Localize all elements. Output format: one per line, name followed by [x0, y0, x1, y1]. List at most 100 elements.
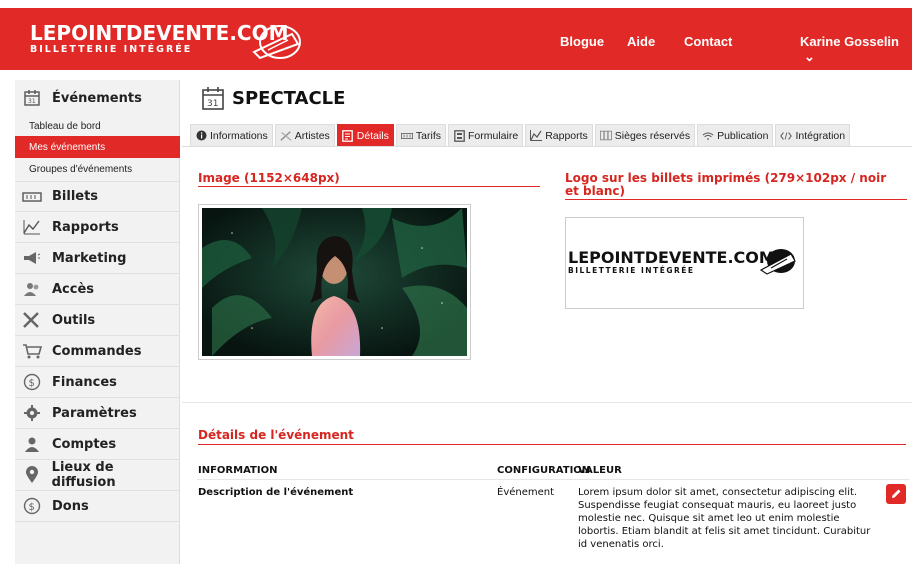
row-configuration: Événement: [497, 487, 555, 498]
sidebar-item-parametres[interactable]: Paramètres: [15, 398, 180, 429]
sidebar-item-lieux[interactable]: Lieux de diffusion: [15, 460, 180, 491]
sidebar-item-marketing[interactable]: Marketing: [15, 243, 180, 274]
dollar-icon: $: [21, 495, 43, 517]
tab-label: Informations: [210, 129, 268, 142]
tab-label: Détails: [356, 129, 389, 142]
sidebar-item-label: Outils: [52, 312, 96, 328]
tab-label: Rapports: [545, 129, 588, 142]
image-section-underline: [198, 186, 540, 187]
artist-icon: [280, 130, 292, 142]
sidebar-item-label: Billets: [52, 189, 99, 204]
users-icon: [21, 278, 43, 300]
sidebar-item-label: Commandes: [52, 343, 142, 359]
tab-rapports[interactable]: Rapports: [525, 124, 593, 146]
tab-publication[interactable]: Publication: [697, 124, 774, 146]
code-icon: [780, 130, 793, 142]
sidebar: 31 Événements Tableau de bord Mes événem…: [15, 80, 180, 564]
megaphone-icon: [21, 247, 43, 269]
sidebar-item-acces[interactable]: Accès: [15, 274, 180, 305]
ticket-logo-sub: BILLETTERIE INTÉGRÉE: [568, 266, 695, 275]
nav-aide[interactable]: Aide: [627, 34, 655, 49]
nav-blogue[interactable]: Blogue: [560, 34, 604, 49]
row-value-line: Suspendisse feugiat consequat mauris, eu…: [578, 500, 857, 511]
sidebar-item-outils[interactable]: Outils: [15, 305, 180, 336]
table-header-divider: [197, 479, 909, 480]
tab-integration[interactable]: Intégration: [775, 124, 851, 146]
sidebar-item-label: Lieux de diffusion: [51, 460, 116, 490]
tab-label: Artistes: [294, 129, 330, 142]
row-value-line: Lorem ipsum dolor sit amet, consectetur …: [578, 487, 858, 498]
sidebar-item-label: Accès: [52, 281, 95, 297]
ticket-icon: [21, 186, 43, 208]
calendar-icon: 31: [202, 87, 224, 110]
row-value-line: lobortis. Etiam blandit at felis sit ame…: [578, 526, 871, 537]
calendar-icon: 31: [21, 87, 43, 109]
top-header: LEPOINTDEVENTE.COM BILLETTERIE INTÉGRÉE …: [0, 0, 912, 70]
user-name: Karine Gosselin: [800, 34, 899, 49]
chart-icon: [530, 130, 543, 142]
tab-sieges-reserves[interactable]: Sièges réservés: [594, 124, 696, 146]
svg-text:31: 31: [28, 98, 36, 105]
event-photo: [202, 208, 467, 356]
location-icon: [21, 464, 43, 486]
tab-tarifs[interactable]: Tarifs: [395, 124, 446, 146]
sidebar-item-label: Dons: [52, 498, 89, 514]
page-title: SPECTACLE: [232, 88, 346, 109]
tab-label: Sièges réservés: [614, 129, 691, 142]
logo-ticket-icon: [252, 25, 301, 60]
sidebar-sub-event-groups[interactable]: Groupes d'événements: [15, 158, 180, 180]
sidebar-item-dons[interactable]: $ Dons: [15, 491, 180, 522]
ticket-icon: [400, 130, 413, 142]
form-icon: [453, 129, 465, 142]
tab-label: Publication: [717, 129, 769, 142]
sidebar-item-label: Rapports: [52, 219, 119, 235]
sidebar-item-comptes[interactable]: Comptes: [15, 429, 180, 460]
ticket-logo-main: LEPOINTDEVENTE.COM: [568, 248, 775, 267]
sidebar-item-events[interactable]: 31 Événements: [15, 80, 180, 116]
svg-text:$: $: [29, 502, 35, 513]
row-value-line: id venenatis orci.: [578, 539, 664, 550]
edit-button[interactable]: [886, 484, 906, 504]
row-information: Description de l'événement: [198, 487, 354, 498]
event-image[interactable]: [198, 204, 471, 360]
header-top-band: [0, 0, 912, 8]
ticket-logo-preview[interactable]: LEPOINTDEVENTE.COM BILLETTERIE INTÉGRÉE: [565, 217, 804, 309]
seats-icon: [599, 130, 612, 142]
tab-bar: Informations Artistes Détails Tarifs For…: [190, 124, 852, 146]
sidebar-item-label: Comptes: [52, 436, 117, 452]
sidebar-sub-my-events[interactable]: Mes événements: [15, 136, 180, 158]
tools-icon: [21, 309, 43, 331]
ticket-logo-mark-icon: [759, 249, 796, 275]
tab-label: Intégration: [795, 129, 846, 142]
sidebar-item-label: Finances: [52, 374, 117, 390]
tab-label: Formulaire: [468, 129, 519, 142]
sidebar-item-billets[interactable]: Billets: [15, 181, 180, 212]
sidebar-item-commandes[interactable]: Commandes: [15, 336, 180, 367]
tab-artistes[interactable]: Artistes: [274, 124, 335, 146]
tab-informations[interactable]: Informations: [190, 124, 273, 146]
nav-contact[interactable]: Contact: [684, 34, 732, 49]
info-icon: [195, 130, 207, 142]
svg-text:$: $: [29, 378, 35, 389]
column-header-value: VALEUR: [578, 465, 622, 476]
row-value: Lorem ipsum dolor sit amet, consectetur …: [578, 486, 878, 551]
tab-details[interactable]: Détails: [336, 124, 394, 146]
sidebar-item-rapports[interactable]: Rapports: [15, 212, 180, 243]
sidebar-item-finances[interactable]: $ Finances: [15, 367, 180, 398]
details-icon: [342, 129, 354, 142]
svg-text:31: 31: [207, 99, 218, 109]
event-photo-art: [202, 208, 467, 356]
logo-section-underline: [565, 199, 907, 200]
pencil-icon: [892, 489, 901, 498]
tab-formulaire[interactable]: Formulaire: [448, 124, 524, 146]
gear-icon: [21, 402, 43, 424]
chevron-down-icon: ⌄: [804, 49, 815, 64]
user-icon: [21, 433, 43, 455]
user-menu[interactable]: Karine Gosselin ⌄: [800, 34, 912, 65]
sidebar-item-label: Paramètres: [52, 405, 137, 421]
sidebar-item-label: Marketing: [52, 250, 127, 266]
sidebar-sub-dashboard[interactable]: Tableau de bord: [15, 115, 180, 137]
chart-icon: [21, 216, 43, 238]
image-section-title: Image (1152×648px): [198, 171, 340, 185]
wifi-icon: [702, 130, 714, 142]
